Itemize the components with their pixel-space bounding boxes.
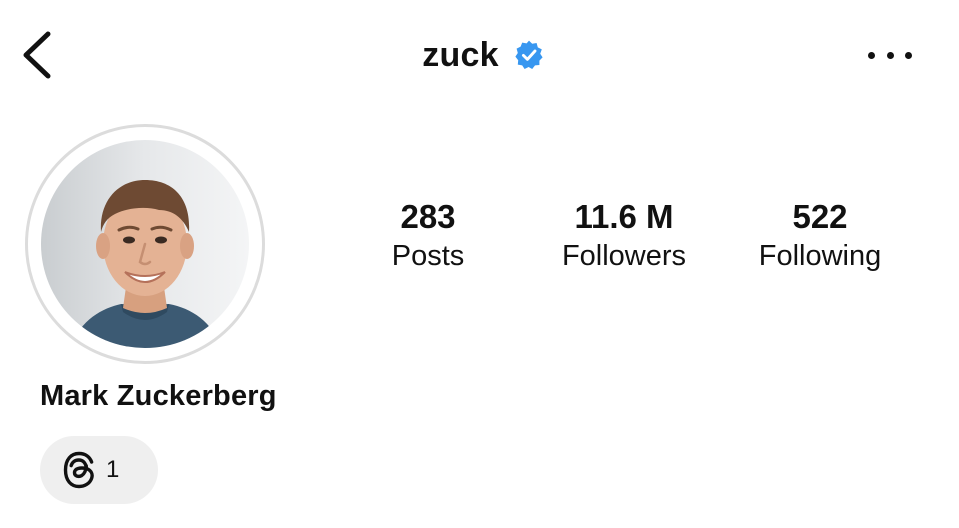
posts-label: Posts <box>391 240 465 272</box>
more-options-button[interactable] <box>868 40 912 70</box>
profile-header: zuck <box>0 30 959 80</box>
avatar-ring[interactable] <box>25 124 265 364</box>
stat-posts[interactable]: 283 Posts <box>328 196 528 274</box>
posts-count: 283 <box>400 198 456 235</box>
more-horizontal-icon <box>905 51 912 59</box>
threads-logo-icon <box>63 451 94 489</box>
avatar[interactable] <box>41 140 249 348</box>
threads-count: 1 <box>106 456 120 483</box>
threads-badge-button[interactable]: 1 <box>40 436 158 504</box>
more-horizontal-icon <box>868 51 875 59</box>
profile-photo <box>41 140 249 348</box>
more-horizontal-icon <box>886 51 894 59</box>
verified-badge-icon <box>515 40 543 69</box>
stat-following[interactable]: 522 Following <box>720 196 920 274</box>
full-name: Mark Zuckerberg <box>40 380 277 412</box>
followers-count: 11.6 M <box>574 198 674 235</box>
stat-followers[interactable]: 11.6 M Followers <box>524 196 724 274</box>
followers-label: Followers <box>561 240 687 272</box>
following-label: Following <box>758 240 882 272</box>
username-title: zuck <box>422 35 499 74</box>
following-count: 522 <box>792 198 848 235</box>
